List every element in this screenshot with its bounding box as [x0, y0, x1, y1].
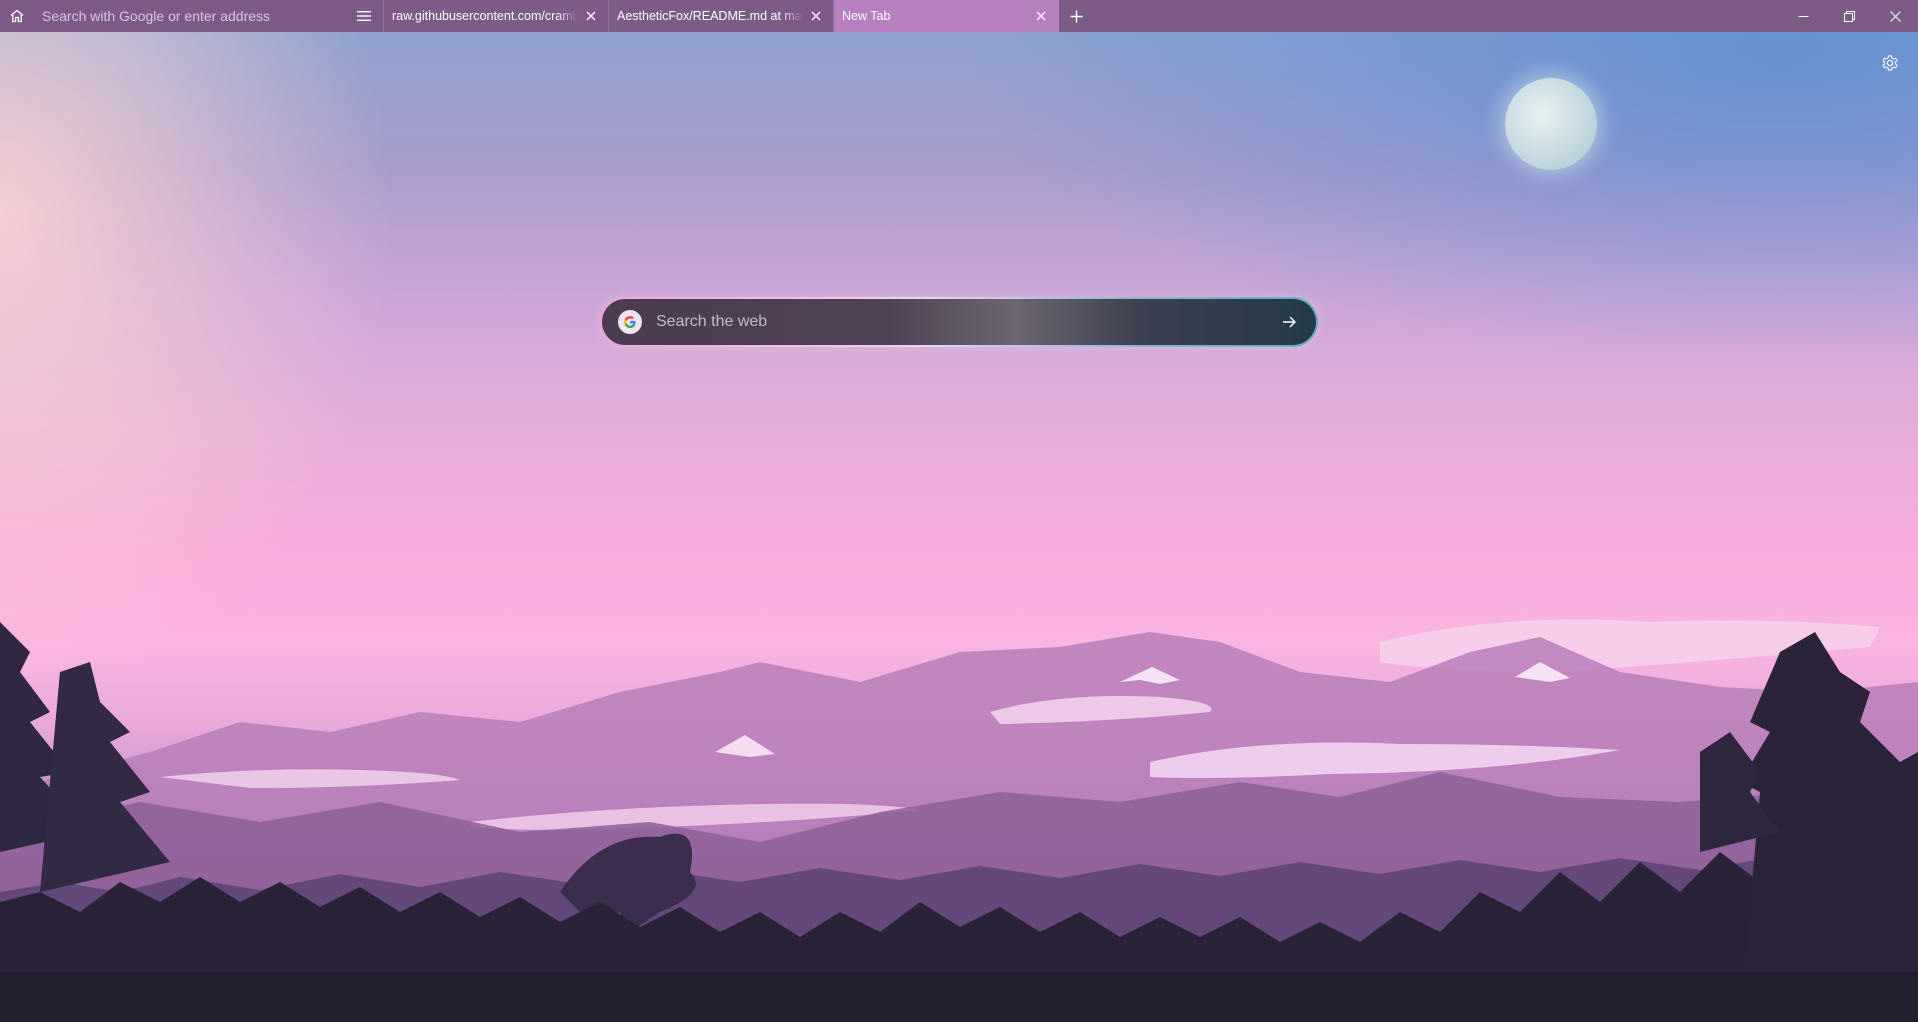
window-controls — [1780, 0, 1918, 32]
web-search-box — [600, 297, 1318, 347]
minimize-icon — [1798, 15, 1808, 17]
landscape-illustration — [0, 619, 1918, 1022]
plus-icon — [1070, 10, 1082, 22]
minimize-button[interactable] — [1780, 0, 1826, 32]
restore-icon — [1843, 10, 1855, 22]
tab-strip: raw.githubusercontent.com/cramba Aesthet… — [384, 0, 1059, 32]
home-button[interactable] — [0, 0, 34, 32]
restore-button[interactable] — [1826, 0, 1872, 32]
web-search-inner — [602, 299, 1316, 345]
close-icon — [1889, 10, 1901, 22]
tab-label: New Tab — [842, 9, 891, 23]
tab-label: AestheticFox/README.md at main — [617, 9, 803, 23]
tab-aestheticfox-readme[interactable]: AestheticFox/README.md at main — [609, 0, 834, 32]
tab-close-button[interactable] — [1032, 7, 1050, 25]
home-icon — [10, 9, 24, 23]
arrow-right-icon — [1283, 316, 1296, 328]
tab-label: raw.githubusercontent.com/cramba — [392, 9, 578, 23]
search-submit-button[interactable] — [1272, 305, 1306, 339]
address-input[interactable] — [34, 2, 345, 30]
tab-raw-githubusercontent[interactable]: raw.githubusercontent.com/cramba — [384, 0, 609, 32]
web-search-input[interactable] — [654, 302, 1272, 342]
close-icon — [586, 11, 596, 21]
tab-new-tab[interactable]: New Tab — [834, 0, 1059, 32]
close-icon — [1036, 11, 1046, 21]
new-tab-wallpaper — [0, 32, 1918, 1022]
settings-button[interactable] — [1879, 52, 1901, 74]
google-icon — [618, 310, 642, 334]
new-tab-button[interactable] — [1059, 0, 1093, 32]
hamburger-menu-icon — [357, 11, 371, 21]
browser-toolbar: raw.githubusercontent.com/cramba Aesthet… — [0, 0, 1918, 32]
tab-close-button[interactable] — [582, 7, 600, 25]
close-window-button[interactable] — [1872, 0, 1918, 32]
tab-close-button[interactable] — [807, 7, 825, 25]
address-bar — [0, 0, 384, 32]
gear-icon — [1882, 55, 1898, 71]
close-icon — [811, 11, 821, 21]
menu-button[interactable] — [345, 0, 383, 32]
